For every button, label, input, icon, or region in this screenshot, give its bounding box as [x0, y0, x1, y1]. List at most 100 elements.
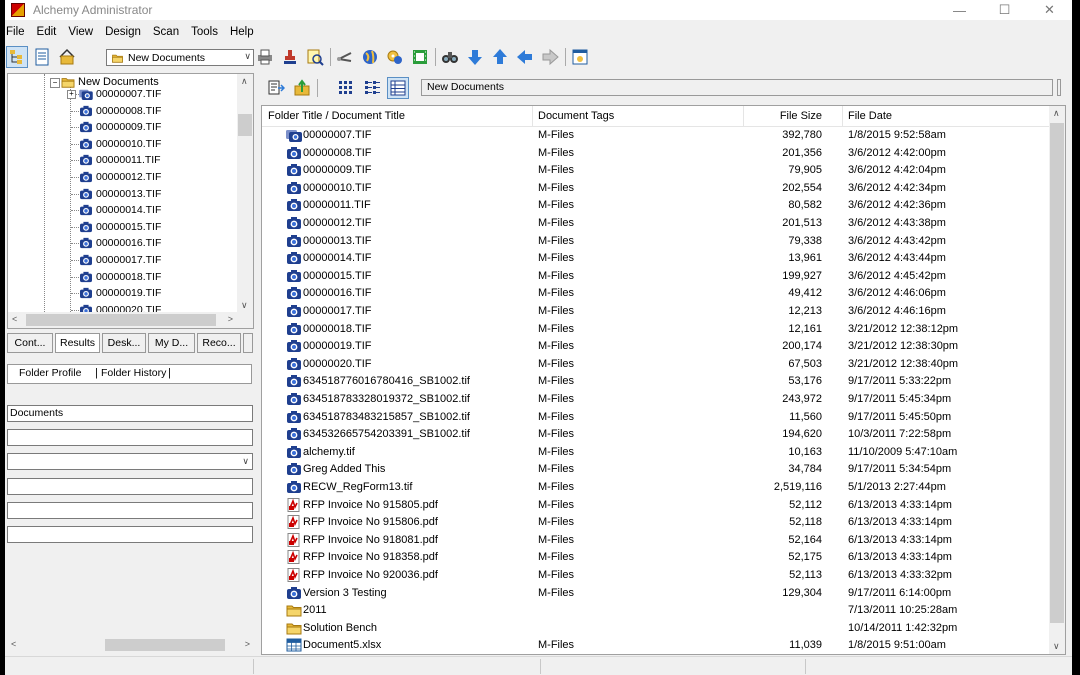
tree-item[interactable]: 00000014.TIF — [78, 202, 161, 218]
left-horizontal-scrollbar[interactable]: < > — [7, 637, 254, 653]
scroll-left-icon[interactable]: < — [11, 639, 16, 649]
list-row[interactable]: 00000017.TIF M-Files 12,213 3/6/2012 4:46:1… — [262, 303, 1051, 321]
tree-item[interactable]: 00000019.TIF — [78, 285, 161, 301]
profile-field[interactable] — [7, 478, 253, 495]
menu-help[interactable]: Help — [224, 26, 260, 38]
tree-view-icon[interactable] — [6, 46, 28, 68]
list-row[interactable]: RFP Invoice No 918081.pdf M-Files 52,164 6/… — [262, 532, 1051, 550]
arrow-down-icon[interactable] — [464, 46, 486, 68]
scroll-down-icon[interactable]: ∨ — [1053, 641, 1060, 652]
menu-design[interactable]: Design — [99, 26, 147, 38]
arrow-right-icon[interactable] — [539, 46, 561, 68]
export-icon[interactable] — [265, 77, 287, 99]
list-row[interactable]: 2011 7/13/2011 10:25:28am — [262, 602, 1051, 620]
scroll-down-icon[interactable]: ∨ — [241, 300, 248, 311]
gear-icon[interactable] — [384, 46, 406, 68]
menu-tools[interactable]: Tools — [185, 26, 224, 38]
tree-item[interactable]: 00000009.TIF — [78, 119, 161, 135]
up-folder-icon[interactable] — [291, 77, 313, 99]
column-date[interactable]: File Date — [848, 110, 892, 122]
column-divider[interactable] — [842, 106, 843, 126]
list-vertical-scrollbar[interactable]: ∧ ∨ — [1049, 106, 1065, 654]
scroll-thumb[interactable] — [105, 639, 225, 651]
film-icon[interactable] — [409, 46, 431, 68]
tree-item[interactable]: 00000012.TIF — [78, 169, 161, 185]
tab-results[interactable]: Results — [55, 333, 100, 353]
list-row[interactable]: RFP Invoice No 915806.pdf M-Files 52,118 6/… — [262, 514, 1051, 532]
document-icon[interactable] — [31, 46, 53, 68]
menu-view[interactable]: View — [62, 26, 99, 38]
list-row[interactable]: 00000007.TIF M-Files 392,780 1/8/2015 9:52:… — [262, 127, 1051, 145]
list-row[interactable]: Document5.xlsx M-Files 11,039 1/8/2015 9:51… — [262, 637, 1051, 655]
menu-scan[interactable]: Scan — [147, 26, 185, 38]
tree-item[interactable]: 00000008.TIF — [78, 103, 161, 119]
list-row[interactable]: alchemy.tif M-Files 10,163 11/10/2009 5:47:… — [262, 444, 1051, 462]
scroll-right-icon[interactable]: > — [228, 314, 233, 324]
arrow-left-icon[interactable] — [514, 46, 536, 68]
list-row[interactable]: 00000010.TIF M-Files 202,554 3/6/2012 4:42:… — [262, 180, 1051, 198]
scroll-thumb[interactable] — [238, 114, 252, 136]
globe-icon[interactable] — [359, 46, 381, 68]
folder-home-icon[interactable] — [56, 46, 78, 68]
tree-item[interactable]: 00000017.TIF — [78, 252, 161, 268]
column-divider[interactable] — [743, 106, 744, 126]
tab-my-documents[interactable]: My D... — [148, 333, 195, 353]
details-view-icon[interactable] — [387, 77, 409, 99]
list-row[interactable]: Solution Bench 10/14/2011 1:42:32pm — [262, 620, 1051, 638]
column-tags[interactable]: Document Tags — [538, 110, 614, 122]
list-row[interactable]: 00000008.TIF M-Files 201,356 3/6/2012 4:42:… — [262, 145, 1051, 163]
search-document-icon[interactable] — [304, 46, 326, 68]
list-row[interactable]: 634518783483215857_SB1002.tif M-Files 11,5… — [262, 409, 1051, 427]
list-row[interactable]: 634518783328019372_SB1002.tif M-Files 243,… — [262, 391, 1051, 409]
scroll-up-icon[interactable]: ∧ — [241, 76, 248, 87]
list-row[interactable]: 00000009.TIF M-Files 79,905 3/6/2012 4:42:0… — [262, 162, 1051, 180]
list-row[interactable]: 634518776016780416_SB1002.tif M-Files 53,1… — [262, 373, 1051, 391]
minimize-icon[interactable]: — — [937, 0, 982, 20]
folder-tree[interactable]: − New Documents +00000007.TIF 00000008.TIF 0… — [7, 73, 254, 329]
tree-item[interactable]: 00000015.TIF — [78, 219, 161, 235]
folder-select[interactable]: New Documents ∨ — [106, 49, 254, 66]
list-row[interactable]: 634532665754203391_SB1002.tif M-Files 194,… — [262, 426, 1051, 444]
menu-edit[interactable]: Edit — [31, 26, 63, 38]
list-row[interactable]: 00000012.TIF M-Files 201,513 3/6/2012 4:43:… — [262, 215, 1051, 233]
print-icon[interactable] — [254, 46, 276, 68]
tree-horizontal-scrollbar[interactable]: < > — [8, 312, 253, 328]
list-row[interactable]: 00000019.TIF M-Files 200,174 3/21/2012 12:3… — [262, 338, 1051, 356]
expand-icon[interactable]: + — [67, 90, 76, 99]
scroll-thumb[interactable] — [1050, 123, 1064, 623]
tab-records[interactable]: Reco... — [197, 333, 241, 353]
column-size[interactable]: File Size — [780, 110, 822, 122]
scroll-right-icon[interactable]: > — [245, 639, 250, 649]
tree-item[interactable]: 00000016.TIF — [78, 235, 161, 251]
binoculars-icon[interactable] — [439, 46, 461, 68]
list-row[interactable]: RFP Invoice No 920036.pdf M-Files 52,113 6/… — [262, 567, 1051, 585]
stamp-icon[interactable] — [279, 46, 301, 68]
list-row[interactable]: 00000014.TIF M-Files 13,961 3/6/2012 4:43:4… — [262, 250, 1051, 268]
menu-file[interactable]: File — [5, 26, 31, 38]
tab-folder-history[interactable]: Folder History — [101, 367, 166, 379]
hand-icon[interactable] — [334, 46, 356, 68]
maximize-icon[interactable]: ☐ — [982, 0, 1027, 20]
list-row[interactable]: RFP Invoice No 915805.pdf M-Files 52,112 6/… — [262, 497, 1051, 515]
list-row[interactable]: 00000013.TIF M-Files 79,338 3/6/2012 4:43:4… — [262, 233, 1051, 251]
profile-field[interactable] — [7, 526, 253, 543]
list-row[interactable]: Version 3 Testing M-Files 129,304 9/17/2011… — [262, 585, 1051, 603]
tree-item[interactable]: 00000007.TIF — [78, 86, 161, 102]
tab-overflow[interactable] — [243, 333, 253, 353]
tab-desktop[interactable]: Desk... — [102, 333, 146, 353]
close-icon[interactable]: ✕ — [1027, 0, 1072, 20]
tree-item[interactable]: 00000010.TIF — [78, 136, 161, 152]
collapse-icon[interactable]: − — [50, 78, 60, 88]
tab-folder-profile[interactable]: Folder Profile — [19, 367, 81, 379]
list-row[interactable]: 00000018.TIF M-Files 12,161 3/21/2012 12:38… — [262, 321, 1051, 339]
profile-field[interactable]: Documents — [7, 405, 253, 422]
scroll-up-icon[interactable]: ∧ — [1053, 108, 1060, 119]
column-title[interactable]: Folder Title / Document Title — [268, 110, 405, 122]
list-row[interactable]: 00000016.TIF M-Files 49,412 3/6/2012 4:46:0… — [262, 285, 1051, 303]
scroll-left-icon[interactable]: < — [12, 314, 17, 324]
list-row[interactable]: RFP Invoice No 918358.pdf M-Files 52,175 6/… — [262, 549, 1051, 567]
tree-item[interactable]: 00000013.TIF — [78, 186, 161, 202]
profile-field[interactable] — [7, 429, 253, 446]
scroll-thumb[interactable] — [26, 314, 216, 326]
large-icons-view-icon[interactable] — [335, 77, 357, 99]
